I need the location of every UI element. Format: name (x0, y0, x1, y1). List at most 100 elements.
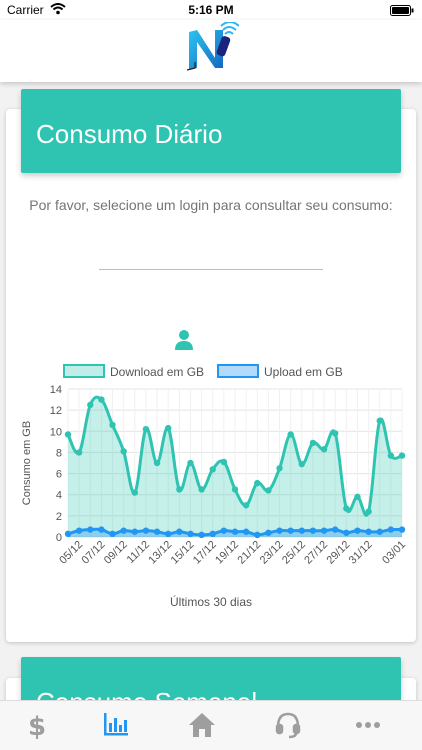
data-point[interactable] (242, 502, 250, 509)
data-point[interactable] (376, 528, 383, 535)
y-tick-label: 0 (56, 532, 62, 544)
x-tick-label: 13/12 (146, 539, 174, 567)
data-point[interactable] (187, 530, 194, 538)
data-point[interactable] (332, 526, 339, 533)
daily-consumption-chart: Download em GB Upload em GB Consumo em G… (21, 364, 408, 567)
data-point[interactable] (98, 396, 105, 403)
user-icon[interactable] (174, 329, 194, 351)
data-point[interactable] (153, 459, 161, 467)
chart-legend: Download em GB Upload em GB (63, 364, 343, 379)
x-tick-label: 09/12 (102, 539, 130, 567)
data-point[interactable] (265, 529, 272, 536)
tab-bar: $ (0, 700, 422, 750)
x-tick-label: 31/12 (347, 539, 375, 567)
data-point[interactable] (165, 530, 172, 538)
data-point[interactable] (75, 449, 83, 456)
data-point[interactable] (209, 530, 216, 538)
legend-label-upload: Upload em GB (264, 365, 343, 379)
data-point[interactable] (120, 527, 127, 534)
login-select[interactable] (99, 269, 323, 270)
y-tick-label: 10 (50, 426, 62, 438)
data-point[interactable] (254, 479, 261, 487)
data-point[interactable] (142, 425, 150, 433)
tab-more[interactable] (354, 711, 382, 739)
y-tick-label: 14 (50, 384, 62, 396)
home-icon (189, 713, 215, 737)
tab-support[interactable] (274, 711, 302, 739)
battery-icon (390, 5, 414, 16)
y-tick-label: 8 (56, 447, 62, 459)
app-header (0, 20, 422, 82)
data-point[interactable] (354, 493, 361, 501)
data-point[interactable] (220, 527, 228, 534)
x-tick-label: 29/12 (325, 539, 353, 567)
data-point[interactable] (187, 459, 194, 467)
x-tick-label: 03/01 (380, 539, 408, 567)
data-point[interactable] (198, 486, 205, 493)
data-point[interactable] (109, 530, 116, 538)
data-point[interactable] (231, 528, 239, 535)
data-point[interactable] (198, 531, 205, 539)
data-point[interactable] (343, 505, 350, 512)
data-point[interactable] (109, 421, 116, 429)
data-point[interactable] (365, 528, 372, 535)
data-point[interactable] (309, 439, 317, 447)
data-point[interactable] (387, 452, 395, 459)
data-point[interactable] (287, 431, 294, 438)
data-point[interactable] (320, 527, 328, 534)
data-point[interactable] (242, 528, 250, 535)
data-point[interactable] (87, 526, 94, 533)
brand-logo (186, 22, 239, 71)
x-tick-label: 15/12 (169, 539, 197, 567)
data-point[interactable] (64, 530, 72, 538)
data-point[interactable] (376, 417, 383, 424)
y-axis-label: Consumo em GB (21, 421, 33, 505)
data-point[interactable] (387, 526, 395, 533)
data-point[interactable] (265, 487, 272, 494)
data-point[interactable] (298, 527, 305, 534)
data-point[interactable] (398, 452, 406, 459)
data-point[interactable] (298, 460, 305, 468)
tab-dollar[interactable]: $ (23, 711, 51, 739)
y-axis-ticks: 0 2 4 6 8 10 12 14 (50, 384, 62, 544)
data-point[interactable] (320, 446, 328, 453)
data-point[interactable] (398, 526, 406, 533)
data-point[interactable] (276, 465, 283, 472)
data-point[interactable] (120, 448, 127, 455)
x-tick-label: 25/12 (280, 539, 308, 567)
data-point[interactable] (309, 527, 317, 534)
data-point[interactable] (176, 486, 183, 493)
data-point[interactable] (231, 486, 239, 493)
data-point[interactable] (142, 527, 150, 534)
x-axis-label: Últimos 30 dias (169, 595, 253, 609)
x-tick-label: 19/12 (213, 539, 241, 567)
tab-home[interactable] (188, 711, 216, 739)
legend-label-download: Download em GB (110, 365, 204, 379)
data-point[interactable] (176, 528, 183, 535)
data-point[interactable] (165, 424, 172, 432)
data-point[interactable] (220, 458, 228, 466)
data-point[interactable] (343, 529, 350, 536)
data-point[interactable] (87, 401, 94, 409)
x-tick-label: 07/12 (80, 539, 108, 567)
data-point[interactable] (131, 489, 138, 496)
data-point[interactable] (365, 508, 372, 515)
x-tick-label: 17/12 (191, 539, 219, 567)
legend-swatch-download[interactable] (63, 364, 105, 378)
data-point[interactable] (354, 527, 361, 534)
data-point[interactable] (75, 527, 83, 534)
data-point[interactable] (131, 528, 138, 535)
data-point[interactable] (332, 430, 339, 437)
data-point[interactable] (254, 531, 261, 539)
y-tick-label: 6 (56, 469, 62, 481)
data-point[interactable] (276, 527, 283, 534)
tab-consumption[interactable] (102, 711, 130, 739)
data-point[interactable] (98, 526, 105, 533)
data-point[interactable] (153, 528, 161, 535)
bar-chart-icon (104, 713, 128, 736)
data-point[interactable] (64, 431, 72, 438)
legend-swatch-upload[interactable] (217, 364, 259, 378)
daily-card-title: Consumo Diário (36, 119, 223, 149)
data-point[interactable] (209, 466, 216, 473)
data-point[interactable] (287, 527, 294, 534)
